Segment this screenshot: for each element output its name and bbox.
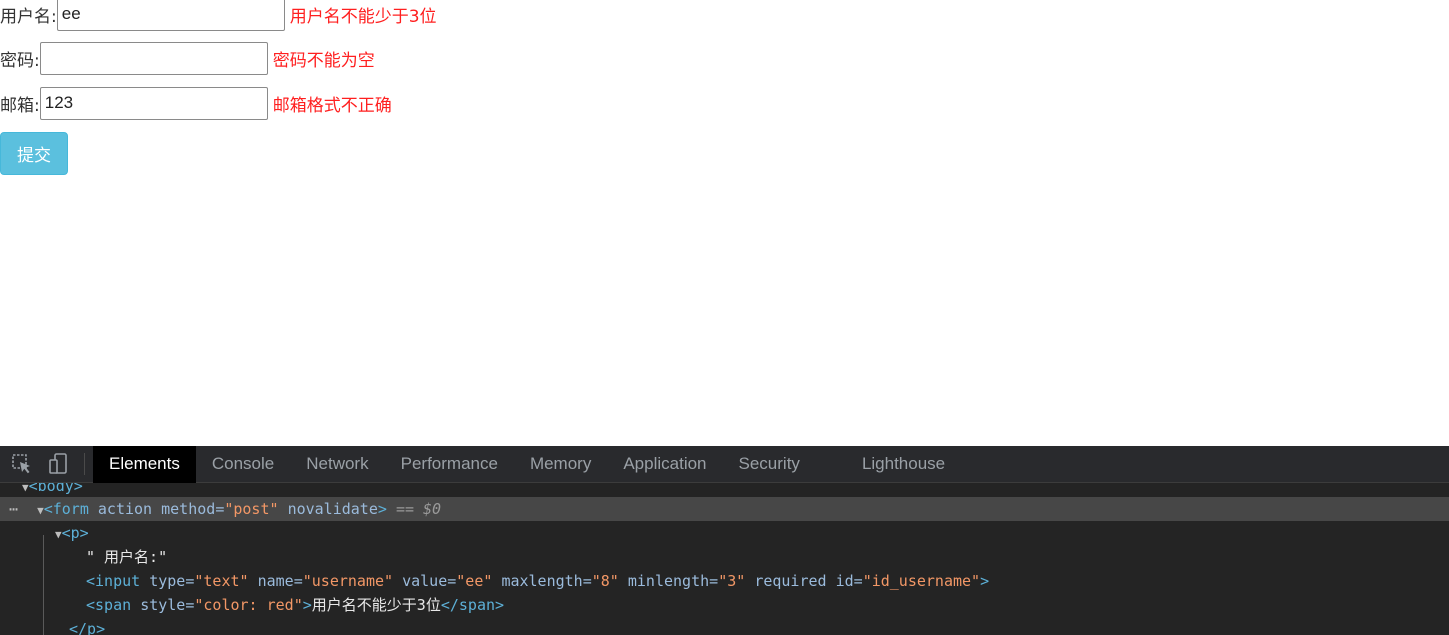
- dom-tree: ▼<body> ⋯ ▼<form action method="post" no…: [0, 483, 1449, 635]
- tab-security[interactable]: Security: [723, 446, 846, 483]
- username-row: 用户名: 用户名不能少于3位: [0, 0, 437, 31]
- inspect-element-icon[interactable]: [10, 452, 34, 476]
- devtools-toolbar: Elements Console Network Performance Mem…: [0, 445, 1449, 483]
- body-tag: <body>: [28, 483, 83, 495]
- password-input[interactable]: [39, 41, 268, 75]
- dom-line-p-close[interactable]: </p>: [0, 617, 1449, 635]
- submit-button[interactable]: 提交: [0, 132, 68, 175]
- dom-line-text[interactable]: " 用户名:": [0, 545, 1449, 569]
- tab-lighthouse[interactable]: Lighthouse: [846, 446, 961, 483]
- email-row: 邮箱: 邮箱格式不正确: [0, 86, 392, 120]
- expand-triangle-icon[interactable]: ▼: [22, 483, 29, 494]
- dom-line-form[interactable]: ⋯ ▼<form action method="post" novalidate…: [0, 497, 1449, 521]
- dom-line-body[interactable]: ▼<body>: [0, 483, 1449, 498]
- collapse-triangle-icon[interactable]: ▼: [37, 504, 44, 517]
- page-content: 用户名: 用户名不能少于3位 密码: 密码不能为空 邮箱: 邮箱格式不正确 提交: [0, 0, 1449, 446]
- password-label: 密码:: [0, 50, 40, 71]
- email-error: 邮箱格式不正确: [272, 95, 392, 116]
- device-toolbar-icon[interactable]: [47, 452, 71, 476]
- email-label: 邮箱:: [0, 95, 40, 116]
- tab-console[interactable]: Console: [196, 446, 290, 483]
- email-input[interactable]: [39, 86, 268, 120]
- username-input[interactable]: [56, 0, 285, 31]
- collapse-triangle-icon[interactable]: ▼: [55, 528, 62, 541]
- tab-performance[interactable]: Performance: [385, 446, 514, 483]
- more-options-icon[interactable]: ⋯: [0, 500, 27, 518]
- indent-guide: [43, 535, 44, 635]
- tab-memory[interactable]: Memory: [514, 446, 607, 483]
- dom-line-span[interactable]: <span style="color: red">用户名不能少于3位</span…: [0, 593, 1449, 617]
- tab-network[interactable]: Network: [290, 446, 384, 483]
- password-row: 密码: 密码不能为空: [0, 41, 375, 75]
- username-error: 用户名不能少于3位: [289, 6, 437, 27]
- devtools-panel: Elements Console Network Performance Mem…: [0, 445, 1449, 635]
- toolbar-divider: [84, 453, 85, 475]
- password-error: 密码不能为空: [272, 50, 375, 71]
- selected-node-marker: == $0: [395, 500, 442, 518]
- username-label: 用户名:: [0, 6, 57, 27]
- tab-application[interactable]: Application: [607, 446, 722, 483]
- dom-line-input[interactable]: <input type="text" name="username" value…: [0, 569, 1449, 593]
- dom-line-p[interactable]: ▼<p>: [0, 521, 1449, 545]
- tab-elements[interactable]: Elements: [93, 445, 196, 483]
